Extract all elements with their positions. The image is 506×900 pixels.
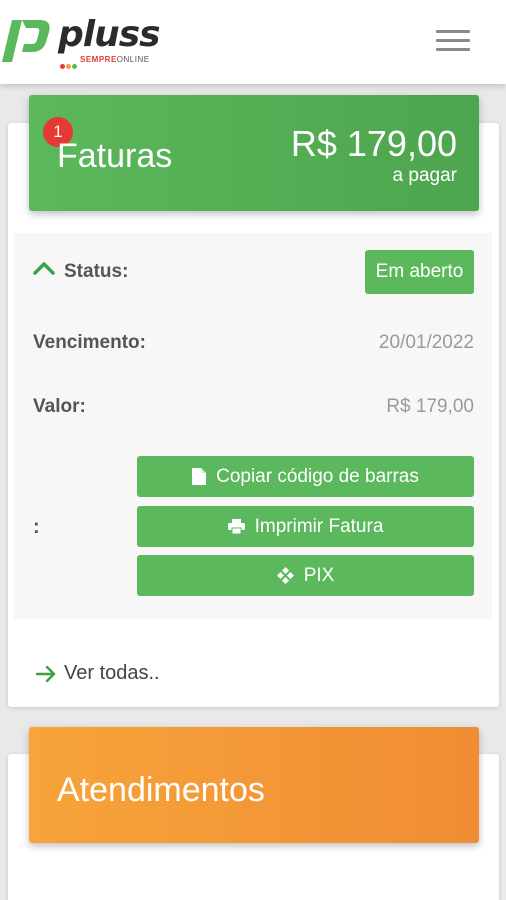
amount-due-caption: a pagar (392, 165, 457, 186)
printer-icon (227, 519, 245, 534)
faturas-header: 1 Faturas R$ 179,00 a pagar (29, 95, 479, 211)
document-icon (192, 468, 207, 485)
actions-label: : (33, 516, 40, 538)
logo-dots (60, 56, 78, 74)
see-all-link[interactable]: Ver todas.. (36, 662, 160, 685)
pix-label: PIX (303, 564, 335, 586)
pix-button[interactable]: PIX (137, 555, 474, 596)
status-label: Status: (64, 261, 129, 282)
copy-barcode-label: Copiar código de barras (216, 465, 419, 487)
logo-tagline: SEMPREONLINE (80, 55, 150, 64)
copy-barcode-button[interactable]: Copiar código de barras (137, 456, 474, 497)
atendimentos-header: Atendimentos (29, 727, 479, 843)
logo-mark-icon (2, 20, 50, 62)
valor-value: R$ 179,00 (386, 396, 474, 417)
status-badge[interactable]: Em aberto (365, 250, 474, 294)
chevron-up-icon[interactable] (33, 260, 55, 276)
vencimento-value: 20/01/2022 (378, 332, 474, 353)
arrow-right-icon (36, 665, 56, 682)
see-all-label: Ver todas.. (64, 662, 160, 684)
hamburger-menu-icon[interactable] (436, 30, 470, 54)
print-invoice-button[interactable]: Imprimir Fatura (137, 506, 474, 547)
print-invoice-label: Imprimir Fatura (254, 515, 384, 537)
top-bar: pluss SEMPREONLINE (0, 0, 506, 84)
amount-due: R$ 179,00 (290, 123, 457, 164)
faturas-title: Faturas (57, 137, 173, 175)
atendimentos-title: Atendimentos (57, 771, 265, 809)
pix-icon (276, 567, 294, 584)
vencimento-label: Vencimento: (33, 332, 146, 353)
valor-label: Valor: (33, 396, 86, 417)
pluss-logo[interactable]: pluss SEMPREONLINE (0, 12, 180, 69)
logo-wordmark: pluss (58, 14, 161, 55)
